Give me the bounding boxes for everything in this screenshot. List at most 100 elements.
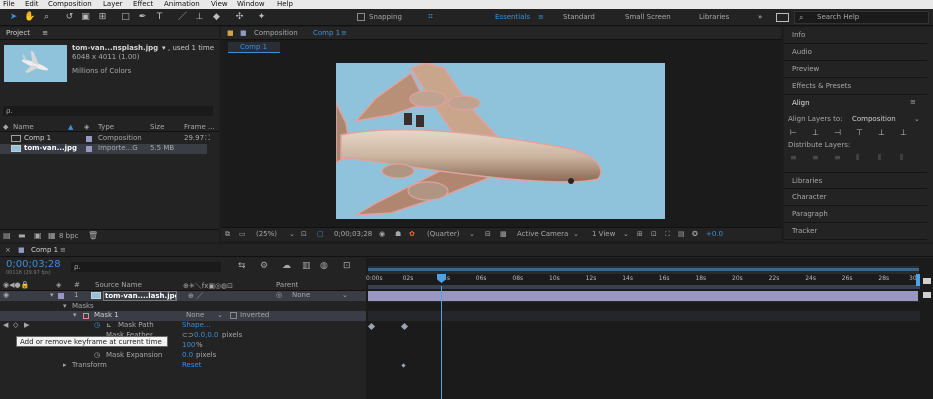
mask-path-row[interactable]: ◀ ◇ ▶ ◷ ⊾ Mask Path Shape... bbox=[0, 321, 366, 331]
workspace-standard[interactable]: Standard bbox=[563, 9, 595, 26]
region-of-interest-icon[interactable]: ▢ bbox=[317, 230, 324, 238]
time-ruler[interactable]: 0:00s02s04s06s08s10s12s14s16s18s20s22s24… bbox=[366, 275, 921, 285]
menu-file[interactable]: File bbox=[3, 0, 15, 9]
align-title[interactable]: Align bbox=[792, 99, 810, 107]
mask-path-value[interactable]: Shape... bbox=[182, 321, 211, 329]
mask-1-row[interactable]: ▾ Mask 1 None ⌄ Inverted bbox=[0, 311, 366, 321]
column-parent[interactable]: Parent bbox=[276, 281, 298, 289]
keyframe-toggle-icon[interactable]: ◇ bbox=[13, 321, 18, 329]
pan-behind-tool-icon[interactable]: ⊞ bbox=[97, 11, 108, 23]
asset-dropdown-icon[interactable]: ▾ bbox=[162, 44, 166, 52]
project-item-comp[interactable]: Comp 1 Composition 29.97 ⛶ bbox=[0, 134, 219, 144]
menu-window[interactable]: Window bbox=[237, 0, 265, 9]
distribute-vertical-center-icon[interactable]: ≡ bbox=[812, 153, 819, 162]
menu-animation[interactable]: Animation bbox=[164, 0, 200, 9]
panel-menu-icon[interactable]: ≡ bbox=[42, 29, 48, 37]
distribute-bottom-icon[interactable]: ≡ bbox=[834, 153, 841, 162]
pen-tool-icon[interactable]: ✒ bbox=[137, 11, 148, 23]
eraser-tool-icon[interactable]: ◆ bbox=[211, 11, 222, 23]
timeline-icon[interactable]: ▤ bbox=[678, 230, 685, 238]
parent-pickwhip-icon[interactable]: ◎ bbox=[276, 291, 282, 299]
workspace-small-screen[interactable]: Small Screen bbox=[625, 9, 671, 26]
snapping-checkbox[interactable] bbox=[357, 13, 365, 21]
mask-expansion-row[interactable]: ◷ Mask Expansion 0.0 pixels bbox=[0, 351, 366, 361]
flowchart-icon[interactable]: ⛶ bbox=[665, 230, 670, 239]
composition-viewer-image[interactable] bbox=[336, 63, 665, 219]
3d-view-icon[interactable]: ⊡ bbox=[651, 230, 657, 238]
column-type[interactable]: Type bbox=[98, 123, 114, 131]
camera-dropdown-icon[interactable]: ⌄ bbox=[573, 230, 579, 238]
keyframe-marker[interactable] bbox=[367, 322, 376, 331]
comp-marker-bin-icon[interactable] bbox=[923, 278, 931, 284]
sync-settings-icon[interactable] bbox=[776, 13, 789, 22]
safe-zones-icon[interactable]: ⊡ bbox=[301, 230, 307, 238]
comp-mini-flowchart-icon[interactable]: ⇆ bbox=[238, 261, 246, 271]
flowchart-icon[interactable]: ⛶ bbox=[205, 134, 210, 143]
distribute-right-icon[interactable]: ⦀ bbox=[900, 153, 904, 163]
keyframe-marker[interactable] bbox=[400, 322, 409, 331]
menu-layer[interactable]: Layer bbox=[103, 0, 123, 9]
camera-tool-icon[interactable]: ▣ bbox=[80, 11, 91, 23]
stopwatch-icon[interactable]: ◷ bbox=[94, 351, 100, 359]
transparency-grid-icon[interactable]: ▩ bbox=[500, 230, 507, 238]
expand-mask-icon[interactable]: ▾ bbox=[73, 311, 77, 319]
align-vertical-center-icon[interactable]: ⊥ bbox=[878, 128, 885, 137]
toggle-pixel-aspect-icon[interactable]: ⊞ bbox=[637, 230, 643, 238]
mask-opacity-value[interactable]: 100 bbox=[182, 341, 195, 349]
bit-depth[interactable]: 8 bpc bbox=[59, 232, 78, 240]
align-left-icon[interactable]: ⊢ bbox=[790, 128, 797, 137]
always-preview-icon[interactable]: ⧉ bbox=[225, 230, 230, 239]
zoom-dropdown-icon[interactable]: ⌄ bbox=[289, 230, 295, 238]
transform-reset[interactable]: Reset bbox=[182, 361, 202, 369]
frame-blending-icon[interactable]: ▥ bbox=[302, 261, 311, 271]
layer-row[interactable]: ◉ ▾ 1 tom-van....lash.jpg ⊕ ／ ◎ None ⌄ bbox=[0, 291, 366, 301]
work-area-end-handle[interactable] bbox=[916, 274, 920, 286]
panel-menu-icon[interactable]: ≡ bbox=[341, 27, 347, 40]
inverted-checkbox[interactable] bbox=[230, 312, 237, 319]
new-composition-icon[interactable]: ▣ bbox=[34, 231, 42, 240]
workspace-essentials[interactable]: Essentials bbox=[495, 9, 530, 26]
sort-icon[interactable]: ▲ bbox=[68, 123, 73, 131]
resolution-dropdown-icon[interactable]: ⌄ bbox=[469, 230, 475, 238]
workspace-libraries[interactable]: Libraries bbox=[699, 9, 729, 26]
project-search-input[interactable]: ρ. bbox=[3, 106, 213, 116]
transform-row[interactable]: ▸ Transform Reset bbox=[0, 361, 366, 371]
lock-icon[interactable]: ■ bbox=[227, 27, 234, 40]
column-name[interactable]: Name bbox=[13, 123, 34, 131]
column-source-name[interactable]: Source Name bbox=[95, 281, 142, 289]
zoom-tool-icon[interactable]: ⌕ bbox=[41, 11, 52, 23]
project-item-image[interactable]: tom-van...jpg Importe...G 5.5 MB bbox=[0, 144, 207, 154]
expand-masks-icon[interactable]: ▾ bbox=[63, 302, 67, 310]
prev-keyframe-icon[interactable]: ◀ bbox=[3, 321, 8, 329]
rectangle-tool-icon[interactable]: □ bbox=[120, 11, 131, 23]
panel-preview[interactable]: Preview bbox=[784, 61, 927, 78]
timeline-search-input[interactable]: ρ. bbox=[71, 262, 221, 272]
next-keyframe-icon[interactable]: ▶ bbox=[24, 321, 29, 329]
keyframe-marker[interactable] bbox=[401, 363, 406, 368]
work-area-bar[interactable] bbox=[368, 285, 920, 289]
puppet-tool-icon[interactable]: ✦ bbox=[256, 11, 267, 23]
mask-color-swatch[interactable] bbox=[83, 313, 89, 319]
composition-name[interactable]: Comp 1 bbox=[313, 27, 340, 40]
layer-duration-bar[interactable] bbox=[368, 291, 918, 301]
mask-mode-select[interactable]: None bbox=[186, 311, 204, 319]
distribute-horizontal-center-icon[interactable]: ⦀ bbox=[878, 153, 882, 163]
align-right-icon[interactable]: ⊣ bbox=[834, 128, 841, 137]
snap-options-icon[interactable]: ⌗ bbox=[425, 11, 436, 23]
timeline-tab[interactable]: Comp 1 bbox=[31, 246, 58, 254]
parent-select[interactable]: None bbox=[292, 291, 310, 299]
mask-name[interactable]: Mask 1 bbox=[94, 311, 119, 319]
resolution[interactable]: (Quarter) bbox=[427, 230, 460, 238]
motion-blur-icon[interactable]: ◍ bbox=[320, 261, 328, 271]
visibility-eye-icon[interactable]: ◉ bbox=[3, 291, 9, 299]
selection-tool-icon[interactable]: ➤ bbox=[8, 11, 19, 23]
panel-libraries[interactable]: Libraries bbox=[784, 172, 927, 189]
label-color-swatch[interactable] bbox=[86, 136, 92, 142]
show-snapshot-icon[interactable]: ☗ bbox=[395, 230, 401, 238]
clone-stamp-tool-icon[interactable]: ⊥ bbox=[194, 11, 205, 23]
type-tool-icon[interactable]: T bbox=[154, 11, 165, 23]
menu-effect[interactable]: Effect bbox=[133, 0, 153, 9]
graph-editor-icon[interactable]: ⊡ bbox=[343, 261, 351, 271]
reset-exposure-icon[interactable]: ✪ bbox=[692, 230, 698, 238]
timeline-current-time[interactable]: 0;00;03;28 bbox=[6, 259, 61, 270]
